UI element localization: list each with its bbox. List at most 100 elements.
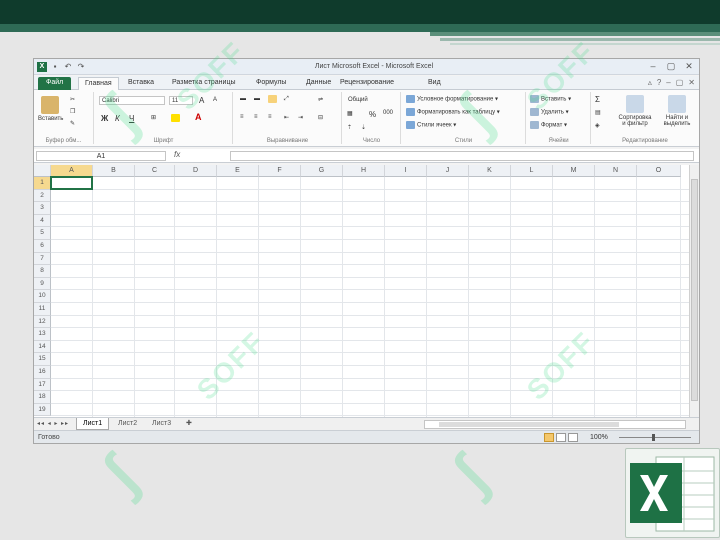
page-layout-view-icon[interactable]	[556, 433, 566, 442]
page-break-view-icon[interactable]	[568, 433, 578, 442]
percent-button[interactable]: %	[369, 110, 376, 119]
row-header[interactable]: 14	[34, 340, 51, 354]
indent-icon[interactable]: ⇤	[284, 114, 289, 121]
close-icon[interactable]: ✕	[688, 78, 695, 87]
fx-icon[interactable]: fx	[174, 150, 180, 159]
align-top-icon[interactable]: ▬	[240, 96, 246, 102]
align-bottom-button[interactable]	[268, 95, 279, 103]
find-select-button[interactable]: Найти и выделить	[658, 95, 696, 127]
restore-icon[interactable]: ▢	[676, 78, 684, 87]
normal-view-icon[interactable]	[544, 433, 554, 442]
borders-icon[interactable]: ⊞	[151, 114, 156, 121]
redo-icon[interactable]: ↷	[76, 62, 86, 72]
undo-icon[interactable]: ↶	[63, 62, 73, 72]
decrease-decimal-icon[interactable]: ⇣	[361, 124, 366, 131]
sheet-tab-2[interactable]: Лист2	[112, 418, 143, 430]
outdent-icon[interactable]: ⇥	[298, 114, 303, 121]
selected-cell[interactable]	[50, 176, 93, 190]
row-header[interactable]: 13	[34, 328, 51, 341]
column-header[interactable]: D	[175, 165, 217, 177]
column-header[interactable]: F	[259, 165, 301, 177]
row-header[interactable]: 9	[34, 277, 51, 291]
zoom-slider[interactable]	[619, 437, 691, 438]
column-header[interactable]: I	[385, 165, 427, 177]
paste-button[interactable]: Вставить	[38, 96, 63, 122]
vertical-scrollbar[interactable]	[689, 165, 699, 417]
row-header[interactable]: 6	[34, 240, 51, 253]
row-header[interactable]: 4	[34, 214, 51, 228]
worksheet-grid[interactable]: A B C D E F G H I J K L M N O 1 2 3 4 5 6 7 8 9 10 11 12 13 14 15 16 17…	[34, 165, 689, 417]
column-header[interactable]: N	[595, 165, 637, 177]
orientation-icon[interactable]: ⤢	[284, 96, 289, 103]
fill-color-button[interactable]	[171, 114, 182, 122]
help-icon[interactable]: ?	[657, 78, 661, 87]
column-header[interactable]: E	[217, 165, 259, 177]
save-icon[interactable]: ▪	[50, 62, 60, 72]
row-header[interactable]: 16	[34, 366, 51, 379]
copy-icon[interactable]: ❐	[70, 108, 75, 115]
zoom-level[interactable]: 100%	[590, 434, 608, 441]
column-header[interactable]: G	[301, 165, 343, 177]
clear-icon[interactable]: ◈	[595, 122, 600, 129]
increase-decimal-icon[interactable]: ⇡	[347, 124, 352, 131]
tab-data[interactable]: Данные	[306, 77, 331, 90]
row-header[interactable]: 8	[34, 265, 51, 278]
column-header[interactable]: H	[343, 165, 385, 177]
name-box[interactable]: A1	[36, 151, 166, 161]
tab-file[interactable]: Файл	[38, 77, 72, 90]
row-header[interactable]: 3	[34, 202, 51, 215]
shrink-font-button[interactable]: A	[213, 97, 217, 103]
thousands-button[interactable]: 000	[383, 110, 393, 116]
column-header[interactable]: M	[553, 165, 595, 177]
sort-filter-button[interactable]: Сортировка и фильтр	[614, 95, 656, 127]
column-header[interactable]: L	[511, 165, 553, 177]
tab-view[interactable]: Вид	[428, 77, 441, 90]
row-header[interactable]: 1	[34, 177, 51, 190]
horizontal-scrollbar[interactable]	[424, 420, 686, 429]
row-header[interactable]: 7	[34, 252, 51, 266]
row-header[interactable]: 12	[34, 315, 51, 329]
zoom-slider-knob[interactable]	[652, 434, 655, 441]
align-middle-icon[interactable]: ▬	[254, 96, 260, 102]
currency-icon[interactable]: ▦	[347, 110, 353, 117]
column-header[interactable]: K	[469, 165, 511, 177]
row-header[interactable]: 19	[34, 403, 51, 417]
number-format-select[interactable]: Общий	[346, 96, 396, 105]
wrap-text-icon[interactable]: ⇌	[318, 96, 323, 103]
row-header[interactable]: 10	[34, 290, 51, 303]
excel-app-icon[interactable]: X	[37, 62, 47, 72]
column-header[interactable]: J	[427, 165, 469, 177]
scroll-thumb[interactable]	[439, 422, 619, 427]
sheet-tab-1[interactable]: Лист1	[76, 418, 110, 430]
row-header[interactable]: 15	[34, 353, 51, 366]
format-painter-icon[interactable]: ✎	[70, 120, 75, 127]
row-header[interactable]: 2	[34, 189, 51, 203]
cell-styles-button[interactable]: Стили ячеек ▾	[406, 121, 456, 129]
collapse-ribbon-icon[interactable]: ▵	[648, 78, 652, 87]
merge-center-icon[interactable]: ⊟	[318, 114, 323, 121]
select-all-corner[interactable]	[34, 165, 51, 177]
close-icon[interactable]: ✕	[683, 61, 695, 72]
minimize-icon[interactable]: –	[666, 78, 670, 87]
tab-review[interactable]: Рецензирование	[340, 77, 394, 90]
column-header[interactable]: O	[637, 165, 681, 177]
align-right-icon[interactable]: ≡	[268, 114, 272, 120]
row-header[interactable]: 17	[34, 378, 51, 392]
align-center-icon[interactable]: ≡	[254, 114, 258, 120]
maximize-icon[interactable]: ▢	[665, 61, 677, 72]
align-left-icon[interactable]: ≡	[240, 114, 244, 120]
row-header[interactable]: 11	[34, 303, 51, 316]
format-cells-button[interactable]: Формат ▾	[530, 121, 567, 129]
cut-icon[interactable]: ✂	[70, 96, 75, 103]
tab-insert[interactable]: Вставка	[128, 77, 154, 90]
row-header[interactable]: 18	[34, 391, 51, 404]
formula-input[interactable]	[230, 151, 694, 161]
sheet-tab-3[interactable]: Лист3	[146, 418, 177, 430]
minimize-icon[interactable]: –	[647, 61, 659, 72]
sheet-nav-arrows[interactable]: ◂◂ ◂ ▸ ▸▸	[37, 420, 69, 427]
row-header[interactable]: 5	[34, 227, 51, 240]
fill-icon[interactable]: ▤	[595, 109, 601, 116]
autosum-button[interactable]: Σ	[595, 95, 600, 104]
tab-formulas[interactable]: Формулы	[256, 77, 286, 90]
column-header[interactable]: C	[135, 165, 175, 177]
